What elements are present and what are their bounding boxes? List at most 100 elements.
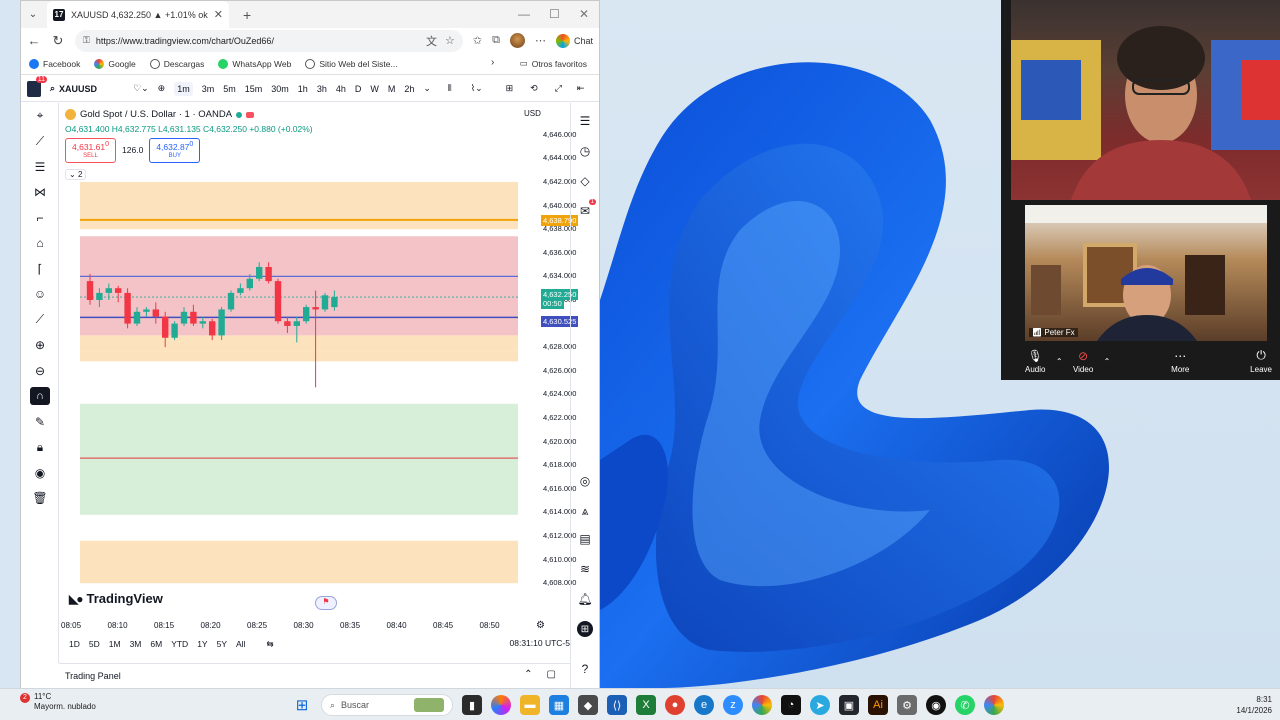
pattern-icon[interactable]: ⋈	[21, 180, 59, 206]
fullscreen-icon[interactable]: ⤢	[555, 83, 562, 94]
zoom-out-icon[interactable]: ⊖	[21, 358, 59, 384]
zoom-icon[interactable]: z	[723, 695, 743, 715]
profile-avatar[interactable]	[509, 33, 525, 48]
notifications-icon[interactable]: ✉ 1	[577, 199, 596, 219]
brush-icon[interactable]: ⌂	[21, 231, 59, 257]
buy-button[interactable]: 4,632.870 BUY	[149, 138, 201, 163]
apps-grid-icon[interactable]: ⊞	[577, 621, 593, 637]
browser-tab[interactable]: 17 XAUUSD 4,632.250 ▲ +1.01% ok ✕	[47, 1, 229, 28]
back-icon[interactable]: ←	[27, 33, 41, 48]
video-options-chevron-icon[interactable]: ⌃	[1104, 357, 1111, 366]
date-range-icon[interactable]: ⇆	[266, 639, 273, 650]
zoom-in-icon[interactable]: ⊕	[21, 333, 59, 359]
symbol-search[interactable]: ⌕ XAUUSD	[50, 83, 97, 94]
site-info-icon[interactable]: ⚿	[83, 35, 90, 46]
collections-icon[interactable]: ✩	[473, 34, 482, 47]
audio-button[interactable]: 🎙︎ Audio	[1025, 349, 1045, 374]
target-icon[interactable]: ◎	[577, 473, 593, 489]
text-icon[interactable]: ⌈	[21, 256, 59, 282]
windows-start-icon[interactable]: ⊞	[292, 695, 312, 715]
file-explorer-icon[interactable]: ▬	[520, 695, 540, 715]
lock-drawing-icon[interactable]: ✎	[21, 409, 59, 435]
copilot-icon[interactable]	[491, 695, 511, 715]
bookmark-sitio[interactable]: Sitio Web del Siste...	[305, 58, 398, 69]
range-5d[interactable]: 5D	[89, 639, 100, 649]
bookmark-whatsapp[interactable]: WhatsApp Web	[218, 58, 291, 69]
telegram-icon[interactable]: ➤	[810, 695, 830, 715]
extensions-icon[interactable]: ⧉	[492, 34, 500, 47]
chevron-right-icon[interactable]: ›	[491, 57, 494, 68]
bell-icon[interactable]: 🔔︎	[577, 591, 593, 607]
axis-settings-icon[interactable]: ⚙	[536, 620, 545, 631]
news-flag-icon[interactable]: ⚑	[315, 596, 337, 610]
interval-3h[interactable]: 3h	[317, 84, 327, 94]
user-menu-avatar[interactable]: 11	[27, 75, 47, 97]
trading-panel-tab[interactable]: Trading Panel	[65, 671, 121, 681]
bar-style-icon[interactable]: ⫴	[448, 83, 452, 94]
other-favorites[interactable]: ▭ Otros favoritos	[520, 58, 587, 69]
range-ytd[interactable]: YTD	[171, 639, 188, 649]
interval-3m[interactable]: 3m	[202, 84, 215, 94]
help-icon[interactable]: ?	[577, 661, 593, 677]
favorite-star-icon[interactable]: ☆	[445, 34, 455, 47]
close-tab-icon[interactable]: ✕	[214, 8, 223, 21]
firefox-icon[interactable]: ●	[665, 695, 685, 715]
bookmark-descargas[interactable]: Descargas	[149, 58, 204, 69]
indicators-toggle[interactable]: ⌄ 2	[65, 168, 87, 180]
compare-icon[interactable]: ♡⌄	[133, 83, 149, 94]
interval-dropdown-icon[interactable]: ⌄	[423, 83, 431, 94]
sell-button[interactable]: 4,631.610 SELL	[65, 138, 117, 163]
emoji-icon[interactable]: ☺	[21, 282, 59, 308]
store-icon[interactable]: ▦	[549, 695, 569, 715]
ideas-icon[interactable]: ⩓	[577, 503, 593, 519]
taskbar-search[interactable]: ⌕ Buscar	[321, 694, 453, 716]
lock-icon[interactable]: 🔒︎	[21, 435, 59, 461]
app-circle-icon[interactable]: ◉	[926, 695, 946, 715]
interval-1m[interactable]: 1m	[174, 81, 193, 96]
range-3m[interactable]: 3M	[130, 639, 142, 649]
collapse-icon[interactable]: ⇤	[577, 83, 585, 94]
vscode-icon[interactable]: ⟨⟩	[607, 695, 627, 715]
projection-icon[interactable]: ⌐	[21, 205, 59, 231]
settings-icon[interactable]: ⚙	[897, 695, 917, 715]
range-1m[interactable]: 1M	[109, 639, 121, 649]
translate-icon[interactable]: 文	[426, 33, 437, 49]
taskbar-clock[interactable]: 8:31 14/1/2026	[1236, 694, 1272, 716]
chart-clock[interactable]: 08:31:10 UTC-5	[510, 638, 570, 648]
more-menu-icon[interactable]: ⋯	[535, 34, 546, 47]
eye-icon[interactable]: ◉	[21, 460, 59, 486]
chrome-icon[interactable]	[752, 695, 772, 715]
trash-icon[interactable]: 🗑︎	[21, 486, 59, 512]
chat-button[interactable]: Chat	[555, 33, 593, 48]
ruler-icon[interactable]: ⟋	[21, 307, 59, 333]
range-6m[interactable]: 6M	[150, 639, 162, 649]
replay-icon[interactable]: ⟲	[530, 83, 538, 94]
weather-widget[interactable]: 2 11°C Mayorm. nublado	[20, 692, 96, 712]
bookmark-google[interactable]: Google	[94, 58, 136, 69]
terminal-icon[interactable]: ◔	[781, 695, 801, 715]
url-field[interactable]: ⚿ https://www.tradingview.com/chart/OuZe…	[75, 29, 463, 52]
app-icon[interactable]: ◆	[578, 695, 598, 715]
interval-w[interactable]: W	[370, 84, 379, 94]
whatsapp-icon[interactable]: ✆	[955, 695, 975, 715]
maximize-panel-icon[interactable]: ▢	[547, 669, 556, 680]
magnet-icon[interactable]: ∩	[21, 384, 59, 410]
trend-line-icon[interactable]: ⟋	[21, 129, 59, 155]
tab-actions-icon[interactable]: ⌄	[21, 9, 45, 20]
capture-icon[interactable]: ▣	[839, 695, 859, 715]
task-view-icon[interactable]: ▮	[462, 695, 482, 715]
alerts-clock-icon[interactable]: ◷	[577, 143, 593, 159]
minimize-icon[interactable]: —	[518, 7, 530, 21]
chevron-up-icon[interactable]: ⌃	[524, 669, 532, 680]
interval-5m[interactable]: 5m	[223, 84, 236, 94]
calendar-icon[interactable]: ▤	[577, 531, 593, 547]
add-symbol-icon[interactable]: ⊕	[158, 83, 166, 94]
refresh-icon[interactable]: ↻	[51, 33, 65, 49]
indicators-icon[interactable]: ⌇⌄	[471, 83, 483, 94]
interval-15m[interactable]: 15m	[245, 84, 263, 94]
new-tab-icon[interactable]: +	[243, 7, 251, 23]
layout-icon[interactable]: ⊞	[506, 83, 514, 94]
fib-icon[interactable]: ☰	[21, 154, 59, 180]
interval-d[interactable]: D	[355, 84, 362, 94]
interval-1h[interactable]: 1h	[298, 84, 308, 94]
